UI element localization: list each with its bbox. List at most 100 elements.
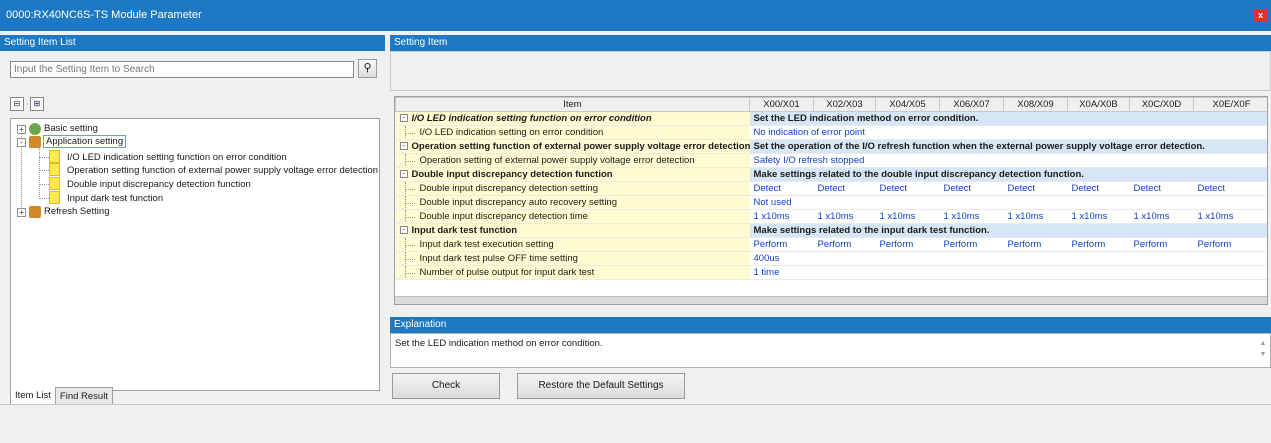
setting-value-cell[interactable]: Perform (813, 237, 876, 252)
setting-value-cell[interactable]: Detect (1193, 181, 1267, 196)
collapse-toggle[interactable]: - (399, 170, 408, 179)
tab-find-result[interactable]: Find Result (54, 387, 113, 405)
setting-label-cell: Double input discrepancy auto recovery s… (395, 195, 750, 210)
tree-item-refresh-setting[interactable]: Refresh Setting (44, 206, 109, 218)
setting-value-cell[interactable]: Perform (939, 237, 1004, 252)
setting-value-cell[interactable]: No indication of error point (749, 125, 1267, 140)
category-row: - I/O LED indication setting function on … (395, 111, 1267, 126)
tree-toolbar: ⊟ ⊞ (10, 97, 50, 113)
setting-value-cell[interactable]: 1 x10ms (875, 209, 940, 224)
category-description: Set the operation of the I/O refresh fun… (749, 139, 1267, 154)
setting-row: Operation setting of external power supp… (395, 153, 1267, 168)
setting-value-cell[interactable]: Perform (1129, 237, 1194, 252)
category-row: - Input dark test function Make settings r… (395, 223, 1267, 238)
setting-value-cell[interactable]: Perform (1193, 237, 1267, 252)
grid-horizontal-scrollbar[interactable] (395, 296, 1267, 304)
setting-row: Input dark test execution setting Perform… (395, 237, 1267, 252)
basic-setting-expander[interactable]: + (17, 125, 26, 134)
tab-item-list[interactable]: Item List (10, 387, 56, 405)
setting-value-cell[interactable]: 1 x10ms (939, 209, 1004, 224)
category-label-cell: - I/O LED indication setting function on … (395, 111, 750, 126)
setting-value-cell[interactable]: 1 x10ms (813, 209, 876, 224)
tree-line (404, 273, 415, 274)
tree-line (404, 245, 415, 246)
setting-label-cell: Double input discrepancy detection time (395, 209, 750, 224)
search-input[interactable] (10, 61, 354, 78)
tree-line (39, 148, 40, 199)
setting-value-cell[interactable]: 1 x10ms (1129, 209, 1194, 224)
setting-value-cell[interactable]: 1 x10ms (1067, 209, 1130, 224)
setting-item-header: Setting Item (390, 35, 1271, 51)
tree-line (404, 133, 415, 134)
setting-value-cell[interactable]: Perform (1003, 237, 1068, 252)
search-button[interactable]: ⚲ (358, 59, 377, 78)
column-header-x0c-x0d: X0C/X0D (1129, 97, 1194, 112)
setting-value-cell[interactable]: Detect (1003, 181, 1068, 196)
setting-value-cell[interactable]: Perform (875, 237, 940, 252)
tree-line (404, 189, 415, 190)
setting-value-cell[interactable]: Perform (1067, 237, 1130, 252)
tree-line (404, 259, 415, 260)
setting-label: Double input discrepancy detection time (419, 211, 588, 222)
application-setting-icon (29, 136, 41, 148)
category-description: Make settings related to the input dark … (749, 223, 1267, 238)
setting-value-cell[interactable]: 400us (749, 251, 1267, 266)
setting-value-cell[interactable]: 1 x10ms (1003, 209, 1068, 224)
setting-row: Double input discrepancy auto recovery s… (395, 195, 1267, 210)
category-row: - Double input discrepancy detection func… (395, 167, 1267, 182)
setting-value-cell[interactable]: Detect (939, 181, 1004, 196)
collapse-toggle[interactable]: - (399, 142, 408, 151)
setting-value-cell[interactable]: Perform (749, 237, 814, 252)
setting-value-cell[interactable]: Detect (1067, 181, 1130, 196)
tree-item-input-dark-test[interactable]: Input dark test function (67, 193, 163, 205)
explanation-text: Set the LED indication method on error c… (395, 338, 603, 349)
setting-label: I/O LED indication setting on error cond… (419, 127, 604, 138)
bottom-bar (0, 404, 1271, 443)
column-header-x08-x09: X08/X09 (1003, 97, 1068, 112)
tree-line (404, 217, 415, 218)
expand-all-icon[interactable]: ⊞ (30, 97, 44, 111)
setting-value-cell[interactable]: Detect (875, 181, 940, 196)
explanation-scrollbar[interactable]: ▲ ▼ (1258, 338, 1268, 364)
setting-grid: Item X00/X01 X02/X03 X04/X05 X06/X07 X08… (394, 96, 1268, 305)
category-label: I/O LED indication setting function on e… (411, 113, 652, 124)
setting-toolbar (390, 51, 1271, 91)
setting-value-cell[interactable]: Safety I/O refresh stopped (749, 153, 1267, 168)
column-header-item: Item (395, 97, 750, 112)
column-header-x0a-x0b: X0A/X0B (1067, 97, 1130, 112)
leaf-icon (49, 150, 60, 163)
tree-item-application-setting[interactable]: Application setting (42, 135, 127, 148)
setting-value-cell[interactable]: Not used (749, 195, 1267, 210)
tree-item-basic-setting[interactable]: Basic setting (44, 123, 98, 135)
tree-line (404, 161, 415, 162)
tree-line (39, 157, 49, 158)
category-label-cell: - Operation setting function of external … (395, 139, 750, 154)
setting-value-cell[interactable]: Detect (1129, 181, 1194, 196)
collapse-all-icon[interactable]: ⊟ (10, 97, 24, 111)
setting-row: I/O LED indication setting on error cond… (395, 125, 1267, 140)
explanation-header: Explanation (390, 317, 1271, 333)
tree-item-external-power-supply[interactable]: Operation setting function of external p… (67, 165, 378, 177)
collapse-toggle[interactable]: - (399, 114, 408, 123)
window-title: 0000:RX40NC6S-TS Module Parameter (6, 9, 202, 21)
tree-item-double-input-discrepancy[interactable]: Double input discrepancy detection funct… (67, 179, 251, 191)
setting-value-cell[interactable]: Detect (813, 181, 876, 196)
leaf-icon (49, 177, 60, 190)
close-button[interactable]: x (1254, 9, 1267, 22)
restore-default-settings-button[interactable]: Restore the Default Settings (517, 373, 685, 399)
setting-label-cell: Input dark test execution setting (395, 237, 750, 252)
application-setting-expander[interactable]: - (17, 138, 26, 147)
binoculars-icon: ⚲ (363, 62, 372, 74)
setting-label: Double input discrepancy auto recovery s… (419, 197, 618, 208)
setting-value-cell[interactable]: 1 time (749, 265, 1267, 280)
collapse-toggle[interactable]: - (399, 226, 408, 235)
setting-value-cell[interactable]: 1 x10ms (1193, 209, 1267, 224)
setting-value-cell[interactable]: Detect (749, 181, 814, 196)
setting-label-cell: I/O LED indication setting on error cond… (395, 125, 750, 140)
tree-item-io-led-indication[interactable]: I/O LED indication setting function on e… (67, 152, 287, 164)
setting-tree: + Basic setting - Application setting I/… (10, 118, 380, 391)
check-button[interactable]: Check (392, 373, 500, 399)
refresh-setting-expander[interactable]: + (17, 208, 26, 217)
setting-value-cell[interactable]: 1 x10ms (749, 209, 814, 224)
setting-label: Double input discrepancy detection setti… (419, 183, 599, 194)
